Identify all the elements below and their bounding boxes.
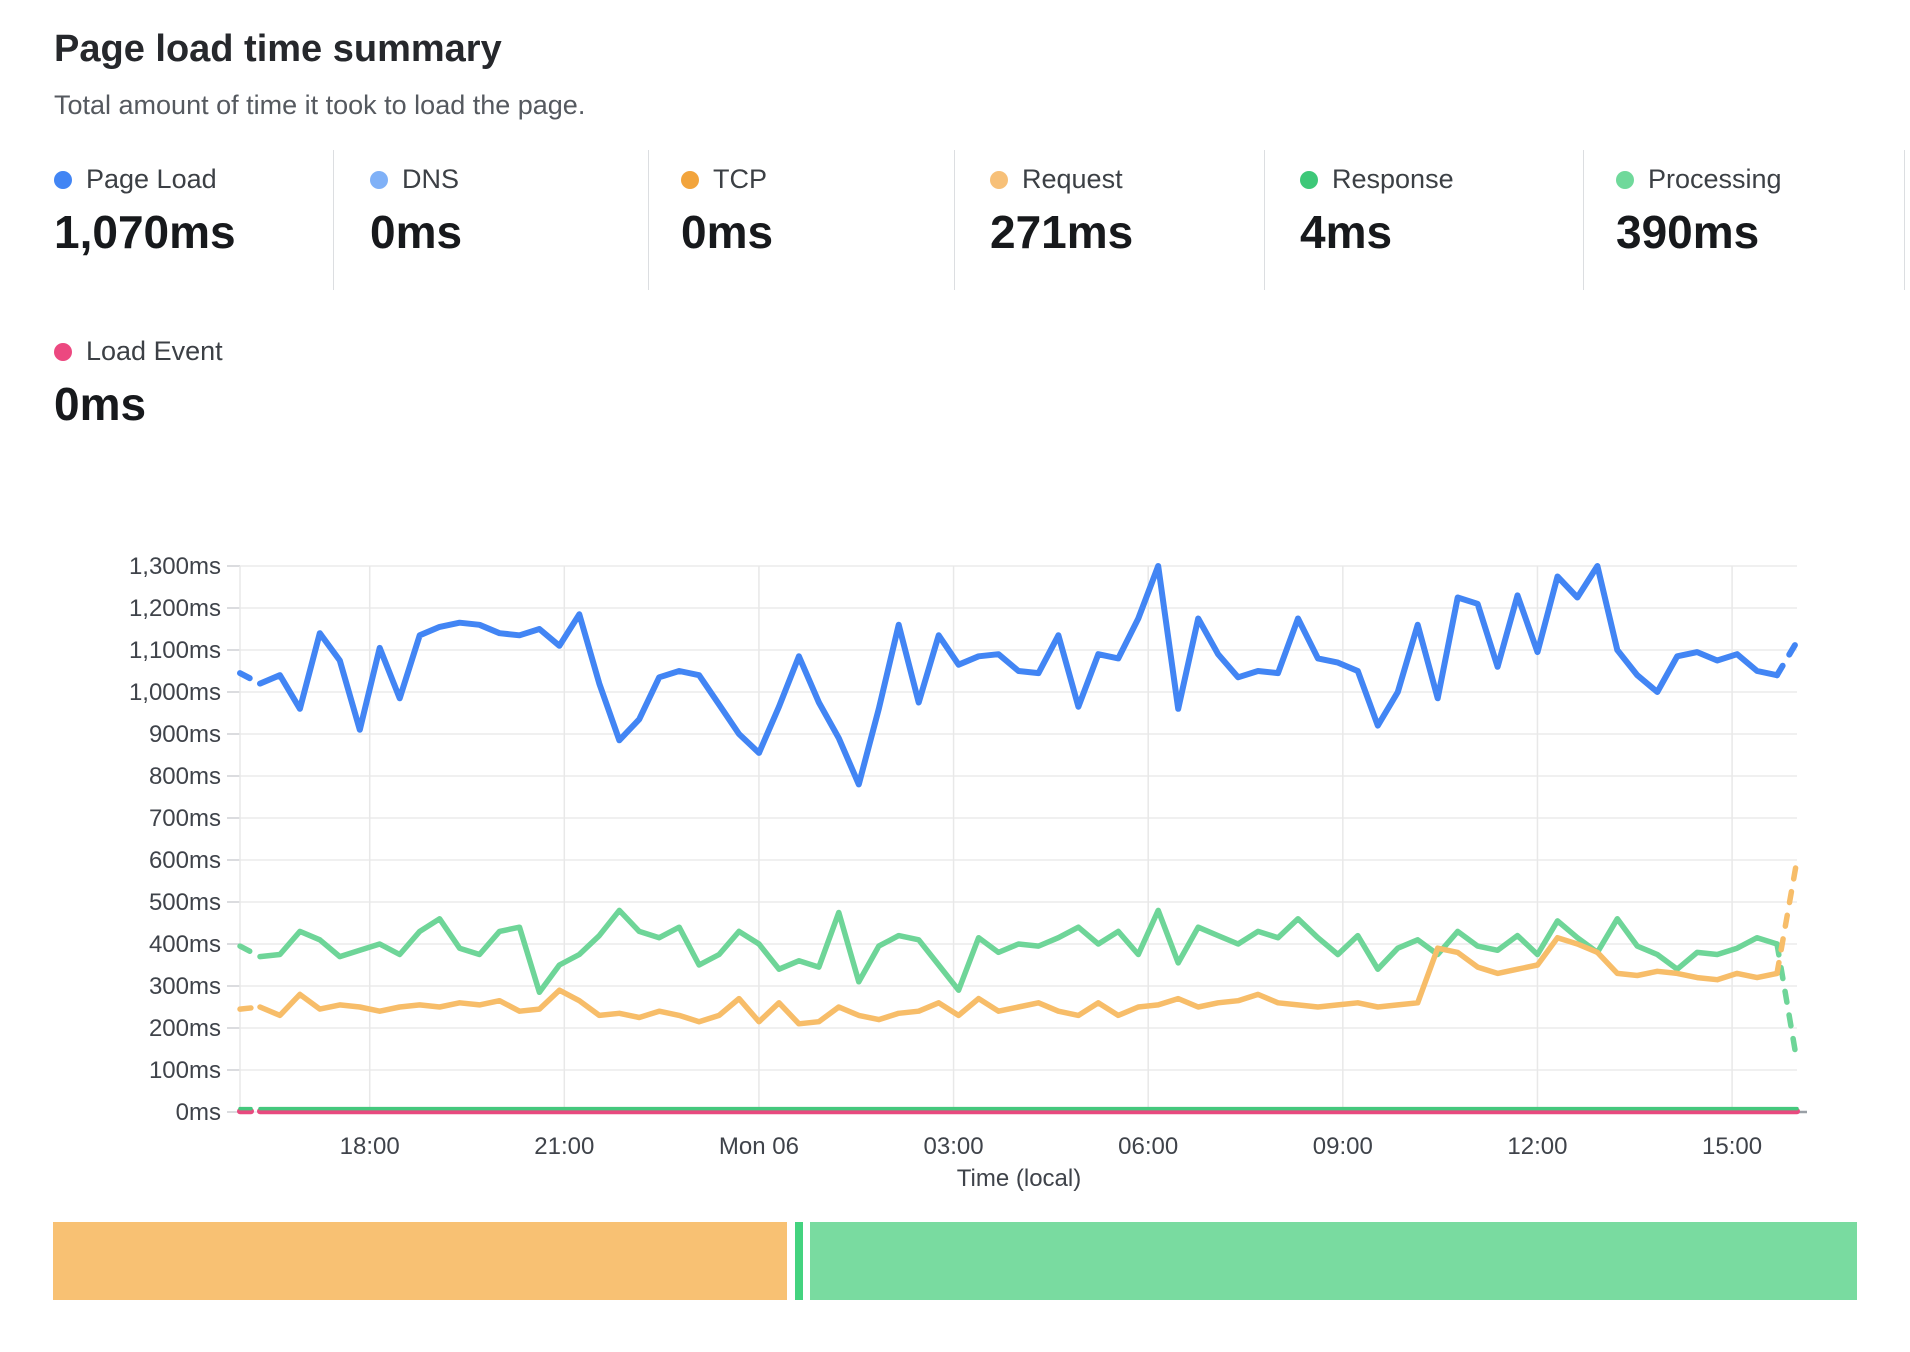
y-axis-tick-label: 900ms (149, 721, 221, 748)
x-axis-tick-label: 09:00 (1313, 1133, 1373, 1160)
x-axis-title: Time (local) (957, 1165, 1081, 1192)
x-axis-tick-label: Mon 06 (719, 1133, 799, 1160)
series-line-page_load (1777, 642, 1797, 676)
series-line-request (240, 1007, 260, 1009)
y-axis-tick-label: 300ms (149, 973, 221, 1000)
timeline-segment-degraded-period (53, 1222, 787, 1300)
x-axis-tick-label: 06:00 (1118, 1133, 1178, 1160)
y-axis-tick-label: 100ms (149, 1057, 221, 1084)
series-line-page_load (240, 673, 260, 684)
page-load-summary-panel: Page load time summary Total amount of t… (0, 0, 1910, 1352)
x-axis-tick-label: 21:00 (534, 1133, 594, 1160)
series-line-processing (240, 946, 260, 957)
y-axis-tick-label: 800ms (149, 763, 221, 790)
page-load-time-chart: 0ms 100ms 200ms 300ms 400ms 500ms 600ms 700ms 80… (0, 0, 1910, 1352)
y-axis-tick-label: 1,300ms (129, 553, 221, 580)
y-axis-tick-label: 600ms (149, 847, 221, 874)
y-axis-tick-label: 700ms (149, 805, 221, 832)
series-line-page_load (260, 566, 1777, 784)
x-axis-tick-label: 12:00 (1507, 1133, 1567, 1160)
timeline-segment-ok-sliver (795, 1222, 803, 1300)
timeline-segment-ok-period (810, 1222, 1857, 1300)
y-axis-tick-label: 1,000ms (129, 679, 221, 706)
status-timeline-bar (53, 1222, 1857, 1300)
y-axis-tick-label: 500ms (149, 889, 221, 916)
x-axis-tick-label: 18:00 (340, 1133, 400, 1160)
y-axis-tick-label: 1,100ms (129, 637, 221, 664)
y-axis-tick-label: 1,200ms (129, 595, 221, 622)
series-line-request (260, 938, 1777, 1024)
y-axis-tick-label: 400ms (149, 931, 221, 958)
x-axis-tick-label: 15:00 (1702, 1133, 1762, 1160)
y-axis-tick-label: 0ms (176, 1099, 221, 1126)
x-axis-tick-label: 03:00 (924, 1133, 984, 1160)
y-axis-tick-label: 200ms (149, 1015, 221, 1042)
